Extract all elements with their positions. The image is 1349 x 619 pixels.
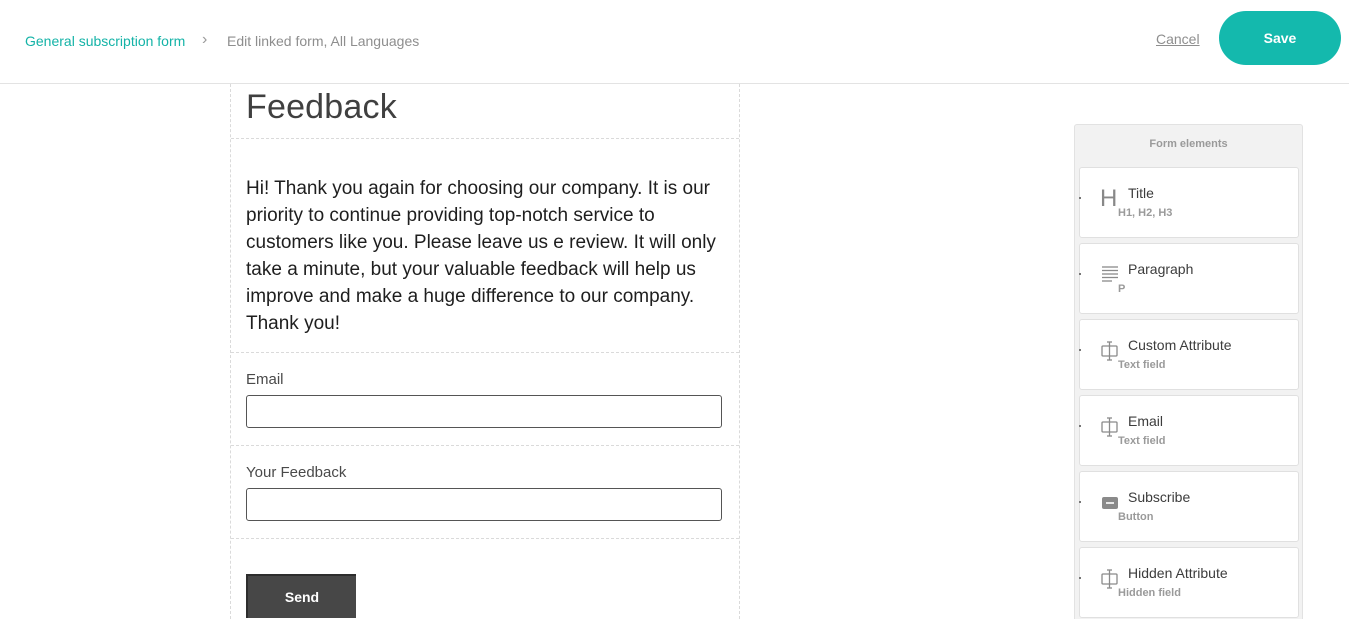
panel-title: Form elements xyxy=(1149,138,1228,150)
email-field-block[interactable]: Email xyxy=(231,353,739,446)
send-button-block[interactable]: Send xyxy=(231,539,739,619)
top-bar: General subscription form › Edit linked … xyxy=(0,0,1349,84)
breadcrumb-chevron-icon: › xyxy=(202,31,208,48)
drag-dot-icon xyxy=(1079,425,1081,427)
drag-dot-icon xyxy=(1079,577,1081,579)
element-sublabel: Text field xyxy=(1118,359,1166,371)
drag-dot-icon xyxy=(1079,197,1081,199)
element-sublabel: H1, H2, H3 xyxy=(1118,207,1173,219)
element-sublabel: Text field xyxy=(1118,435,1166,447)
element-label: Custom Attribute xyxy=(1128,337,1232,353)
element-card-paragraph[interactable]: Paragraph P xyxy=(1079,243,1299,314)
form-paragraph-block[interactable]: Hi! Thank you again for choosing our com… xyxy=(231,139,739,353)
form-paragraph: Hi! Thank you again for choosing our com… xyxy=(246,178,716,334)
send-button[interactable]: Send xyxy=(246,574,356,618)
element-label: Paragraph xyxy=(1128,261,1194,277)
breadcrumb-current: Edit linked form, All Languages xyxy=(227,33,420,49)
form-elements-panel: Form elements H Title H1, H2, H3 Paragra… xyxy=(1074,124,1303,619)
element-card-email[interactable]: Email Text field xyxy=(1079,395,1299,466)
breadcrumb-parent-link[interactable]: General subscription form xyxy=(25,33,185,49)
save-button[interactable]: Save xyxy=(1219,11,1341,65)
element-label: Email xyxy=(1128,413,1164,429)
form-title-block[interactable]: Feedback xyxy=(231,84,739,139)
element-sublabel: Button xyxy=(1118,511,1154,523)
drag-dot-icon xyxy=(1079,501,1081,503)
element-label: Subscribe xyxy=(1128,489,1191,505)
feedback-label: Your Feedback xyxy=(246,464,347,481)
element-card-hidden-attribute[interactable]: Hidden Attribute Hidden field xyxy=(1079,547,1299,618)
element-sublabel: Hidden field xyxy=(1118,587,1181,599)
drag-dot-icon xyxy=(1079,273,1081,275)
form-canvas: Feedback Hi! Thank you again for choosin… xyxy=(230,84,740,619)
form-title: Feedback xyxy=(246,88,397,126)
element-label: Hidden Attribute xyxy=(1128,565,1228,581)
cancel-link[interactable]: Cancel xyxy=(1156,31,1200,47)
element-card-title[interactable]: H Title H1, H2, H3 xyxy=(1079,167,1299,238)
element-card-custom-attribute[interactable]: Custom Attribute Text field xyxy=(1079,319,1299,390)
feedback-field-block[interactable]: Your Feedback xyxy=(231,446,739,539)
element-card-subscribe[interactable]: Subscribe Button xyxy=(1079,471,1299,542)
email-input[interactable] xyxy=(246,395,722,428)
element-label: Title xyxy=(1128,185,1154,201)
element-sublabel: P xyxy=(1118,283,1126,295)
email-label: Email xyxy=(246,371,284,388)
feedback-input[interactable] xyxy=(246,488,722,521)
drag-dot-icon xyxy=(1079,349,1081,351)
